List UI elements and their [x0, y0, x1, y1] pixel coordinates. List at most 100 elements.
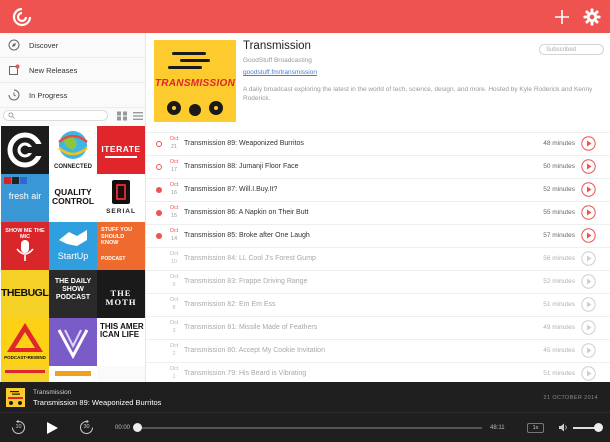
episode-duration: 49 minutes: [543, 324, 575, 331]
tile-the-moth[interactable]: THE MOTH: [97, 270, 145, 318]
nav-discover-label: Discover: [29, 40, 59, 50]
playback-speed-button[interactable]: 1x: [527, 423, 544, 433]
tile-startup[interactable]: StartUp: [49, 222, 97, 270]
episode-day: 16: [170, 190, 178, 196]
grid-view-icon[interactable]: [116, 111, 128, 121]
episode-month: Oct: [169, 320, 179, 326]
skip-forward-button[interactable]: 30: [78, 419, 95, 436]
skip-back-label: 10: [15, 424, 22, 430]
episode-month: Oct: [169, 136, 179, 142]
episode-row[interactable]: Oct 16 Transmission 87: Will.I.Buy.It? 52 m…: [146, 178, 610, 201]
episode-row[interactable]: Oct 21 Transmission 89: Weaponized Burrito…: [146, 132, 610, 155]
tile-podcast-rewind[interactable]: PODCAST•REWIND: [1, 318, 49, 366]
subscribed-button[interactable]: Subscribed: [539, 44, 604, 55]
tile-the-bugle[interactable]: THEBUGLE: [1, 270, 49, 318]
episode-play-icon[interactable]: [581, 297, 596, 312]
nav-new-releases[interactable]: New Releases: [0, 58, 145, 83]
episode-title[interactable]: Transmission 84: LL Cool J's Forest Gump: [184, 255, 316, 262]
player-artwork[interactable]: [6, 388, 25, 407]
episode-unplayed-indicator: [156, 210, 162, 216]
episode-row[interactable]: Oct 8 Transmission 82: Em Em Ess 51 minutes: [146, 293, 610, 316]
episode-day: 10: [170, 259, 178, 265]
episode-day: 2: [172, 351, 176, 357]
tile-fresh-air[interactable]: fresh air: [1, 174, 49, 222]
episode-play-icon[interactable]: [581, 320, 596, 335]
episode-play-icon[interactable]: [581, 205, 596, 220]
list-view-icon[interactable]: [132, 111, 144, 121]
episode-title[interactable]: Transmission 82: Em Em Ess: [184, 301, 276, 308]
episode-month: Oct: [169, 343, 179, 349]
episode-title[interactable]: Transmission 85: Broke after One Laugh: [184, 232, 310, 239]
top-bar: [0, 0, 610, 33]
episode-play-icon[interactable]: [581, 251, 596, 266]
add-podcast-icon[interactable]: [552, 7, 572, 27]
verge-logo-icon: [57, 329, 89, 360]
search-input[interactable]: [16, 111, 104, 120]
episode-duration: 50 minutes: [543, 163, 575, 170]
tile-stuff-you-should-know[interactable]: STUFF YOU SHOULD KNOW PODCAST: [97, 222, 145, 270]
settings-gear-icon[interactable]: [582, 7, 602, 27]
episode-title[interactable]: Transmission 87: Will.I.Buy.It?: [184, 186, 277, 193]
tile-the-verge[interactable]: [49, 318, 97, 366]
episode-month: Oct: [169, 297, 179, 303]
tile-comedy-central[interactable]: [1, 126, 49, 174]
episode-row[interactable]: Oct 10 Transmission 84: LL Cool J's Forest…: [146, 247, 610, 270]
episode-play-icon[interactable]: [581, 159, 596, 174]
tile-this-american-life[interactable]: THIS AMER ICAN LIFE: [97, 318, 145, 366]
episode-duration: 51 minutes: [543, 301, 575, 308]
tile-partial-1[interactable]: [1, 366, 49, 382]
app-logo-icon[interactable]: [12, 7, 32, 27]
podcast-description: A daily broadcast exploring the latest i…: [243, 86, 593, 103]
tile-iterate[interactable]: ITERATE: [97, 126, 145, 174]
episode-row[interactable]: Oct 15 Transmission 86: A Napkin on Their …: [146, 201, 610, 224]
podcast-link[interactable]: goodstuff.fm/transmission: [243, 69, 317, 76]
episode-title[interactable]: Transmission 83: Frappe Driving Range: [184, 278, 307, 285]
episode-title[interactable]: Transmission 86: A Napkin on Their Butt: [184, 209, 309, 216]
tile-serial[interactable]: SERIAL: [97, 174, 145, 222]
episode-play-icon[interactable]: [581, 343, 596, 358]
progress-handle[interactable]: [133, 423, 142, 432]
tile-daily-show[interactable]: THE DAILY SHOW PODCAST: [49, 270, 97, 318]
episode-play-icon[interactable]: [581, 182, 596, 197]
search-box[interactable]: [3, 110, 108, 121]
podcast-title: Transmission: [243, 40, 311, 52]
nav-in-progress-label: In Progress: [29, 90, 68, 100]
nav-in-progress[interactable]: In Progress: [0, 83, 145, 108]
episode-title[interactable]: Transmission 80: Accept My Cookie Invita…: [184, 347, 325, 354]
tile-show-me-the-mic[interactable]: SHOW ME THE MIC: [1, 222, 49, 270]
tile-partial-2[interactable]: [49, 366, 97, 382]
tile-fresh-air-text: fresh air: [8, 191, 42, 201]
progress-track[interactable]: [137, 427, 482, 429]
episode-play-icon[interactable]: [581, 228, 596, 243]
skip-back-button[interactable]: 10: [10, 419, 27, 436]
nav-discover[interactable]: Discover: [0, 33, 145, 58]
tile-serial-text: SERIAL: [106, 208, 136, 215]
episode-title[interactable]: Transmission 79: His Beard is Vibrating: [184, 370, 306, 377]
episode-row[interactable]: Oct 3 Transmission 81: Missile Made of Fea…: [146, 316, 610, 339]
episode-month: Oct: [169, 366, 179, 372]
tile-quality-control-text: QUALITY CONTROL: [51, 187, 95, 206]
episode-title[interactable]: Transmission 89: Weaponized Burritos: [184, 140, 304, 147]
episode-row[interactable]: Oct 17 Transmission 88: Jumanji Floor Face…: [146, 155, 610, 178]
tile-connected[interactable]: CONNECTED: [49, 126, 97, 174]
episode-in-progress-indicator: [156, 141, 162, 147]
episode-in-progress-indicator: [156, 164, 162, 170]
tile-quality-control[interactable]: QUALITY CONTROL: [49, 174, 97, 222]
episode-month: Oct: [169, 205, 179, 211]
episode-title[interactable]: Transmission 81: Missile Made of Feather…: [184, 324, 317, 331]
volume-icon[interactable]: [558, 422, 569, 433]
episode-row[interactable]: Oct 9 Transmission 83: Frappe Driving Rang…: [146, 270, 610, 293]
rewind-triangle-icon: [7, 323, 43, 352]
episode-play-icon[interactable]: [581, 366, 596, 381]
episode-title[interactable]: Transmission 88: Jumanji Floor Face: [184, 163, 299, 170]
skip-forward-label: 30: [83, 424, 90, 430]
play-icon[interactable]: [45, 421, 59, 435]
volume-handle[interactable]: [594, 423, 603, 432]
episode-unplayed-indicator: [156, 187, 162, 193]
episode-row[interactable]: Oct 14 Transmission 85: Broke after One La…: [146, 224, 610, 247]
search-row: [0, 108, 145, 123]
episode-play-icon[interactable]: [581, 136, 596, 151]
episode-row[interactable]: Oct 2 Transmission 80: Accept My Cookie In…: [146, 339, 610, 362]
episode-play-icon[interactable]: [581, 274, 596, 289]
compass-icon: [8, 39, 20, 51]
